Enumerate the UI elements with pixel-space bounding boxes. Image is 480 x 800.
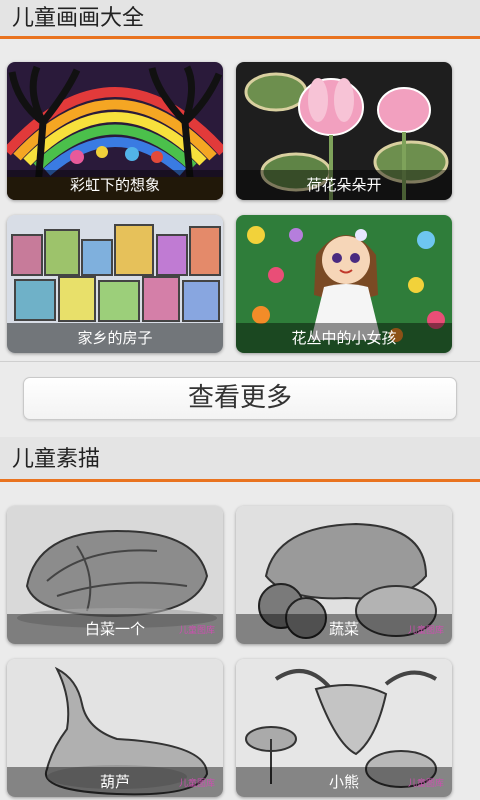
sketch-card-vegetables[interactable]: 蔬菜 儿童图库 [236, 506, 452, 644]
card-caption: 家乡的房子 [7, 323, 223, 353]
view-more-button[interactable]: 查看更多 [23, 377, 457, 420]
artwork-card-lotus[interactable]: 荷花朵朵开 [236, 62, 452, 200]
section-header-kids-drawing: 儿童画画大全 [0, 0, 480, 39]
artwork-card-houses[interactable]: 家乡的房子 [7, 215, 223, 353]
artwork-card-rainbow[interactable]: 彩虹下的想象 [7, 62, 223, 200]
card-caption: 彩虹下的想象 [7, 170, 223, 200]
sketch-card-bear[interactable]: 小熊 儿童图库 [236, 659, 452, 797]
watermark: 儿童图库 [178, 626, 215, 636]
watermark: 儿童图库 [407, 626, 444, 636]
card-caption: 花丛中的小女孩 [236, 323, 452, 353]
section-title: 儿童画画大全 [12, 6, 145, 31]
sketch-card-cabbage[interactable]: 白菜一个 儿童图库 [7, 506, 223, 644]
sketch-card-gourd[interactable]: 葫芦 儿童图库 [7, 659, 223, 797]
section-header-kids-sketch: 儿童素描 [0, 437, 480, 482]
watermark: 儿童图库 [407, 779, 444, 789]
card-caption: 荷花朵朵开 [236, 170, 452, 200]
artwork-card-girl[interactable]: 花丛中的小女孩 [236, 215, 452, 353]
watermark: 儿童图库 [178, 779, 215, 789]
section-title: 儿童素描 [12, 447, 101, 472]
section-divider [0, 361, 480, 362]
